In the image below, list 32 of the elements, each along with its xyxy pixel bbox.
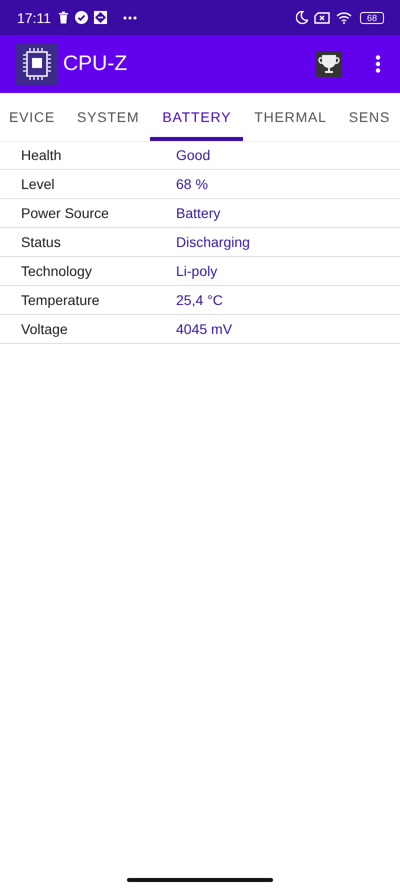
- property-label: Level: [20, 176, 56, 192]
- menu-icon[interactable]: [375, 55, 381, 73]
- tab[interactable]: SYSTEM: [66, 93, 150, 141]
- tab[interactable]: SENS: [338, 93, 400, 141]
- property-value: Good: [176, 147, 210, 163]
- app-title: CPU-Z: [63, 52, 128, 76]
- more-notifications-icon: [123, 16, 137, 20]
- check-circle-icon: [75, 11, 88, 24]
- trophy-icon[interactable]: [316, 51, 342, 77]
- property-label: Health: [20, 147, 62, 163]
- tab[interactable]: THERMAL: [243, 93, 338, 141]
- property-label: Voltage: [20, 321, 69, 337]
- property-value: 25,4 °C: [176, 292, 223, 308]
- property-value: Li-poly: [176, 263, 218, 279]
- tab[interactable]: BATTERY: [150, 93, 244, 141]
- tab[interactable]: EVICE: [0, 93, 66, 141]
- status-time: 17:11: [17, 10, 51, 26]
- property-value: 4045 mV: [176, 321, 232, 337]
- sim-off-icon: [314, 12, 330, 24]
- property-label: Technology: [20, 263, 93, 279]
- property-label: Status: [20, 234, 62, 250]
- property-value: Battery: [176, 205, 220, 221]
- property-value: 68 %: [176, 176, 208, 192]
- chip-icon: [16, 43, 58, 85]
- trash-icon: [58, 11, 69, 24]
- wifi-icon: [336, 12, 352, 24]
- property-value: Discharging: [176, 234, 250, 250]
- moon-icon: [296, 11, 308, 24]
- battery-indicator: 68: [360, 12, 384, 24]
- app-icon: [94, 11, 107, 24]
- property-label: Power Source: [20, 205, 110, 221]
- property-label: Temperature: [20, 292, 101, 308]
